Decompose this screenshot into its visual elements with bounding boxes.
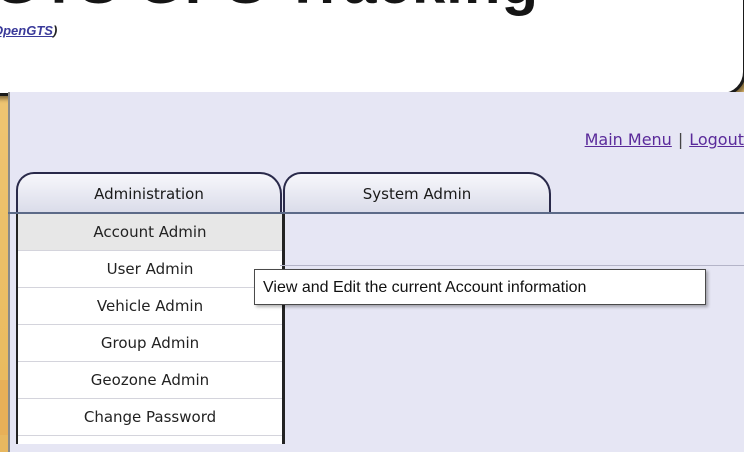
menu-item-user-admin[interactable]: User Admin [18, 251, 282, 288]
menu-item-geozone-admin[interactable]: Geozone Admin [18, 362, 282, 399]
tooltip: View and Edit the current Account inform… [254, 269, 706, 305]
menu-item-group-admin[interactable]: Group Admin [18, 325, 282, 362]
header-panel: GTS GPS Tracking OpenGTS) [0, 0, 744, 96]
content-divider [280, 265, 744, 266]
tab-administration[interactable]: Administration [16, 172, 282, 214]
nav-separator: | [677, 130, 684, 149]
top-navigation: Main Menu | Logout [585, 130, 744, 149]
subtitle-suffix: ) [52, 23, 58, 38]
tab-system-admin[interactable]: System Admin [283, 172, 551, 214]
main-menu-link[interactable]: Main Menu [585, 130, 672, 149]
menu-item-account-admin[interactable]: Account Admin [18, 214, 282, 251]
menu-item-vehicle-admin[interactable]: Vehicle Admin [18, 288, 282, 325]
menu-item-change-password[interactable]: Change Password [18, 399, 282, 436]
header-subtitle: OpenGTS) [0, 23, 57, 38]
admin-menu: Account Admin User Admin Vehicle Admin G… [16, 214, 285, 444]
page-title: GTS GPS Tracking [0, 0, 539, 17]
logout-link[interactable]: Logout [689, 130, 744, 149]
opengts-link[interactable]: OpenGTS [0, 23, 53, 38]
